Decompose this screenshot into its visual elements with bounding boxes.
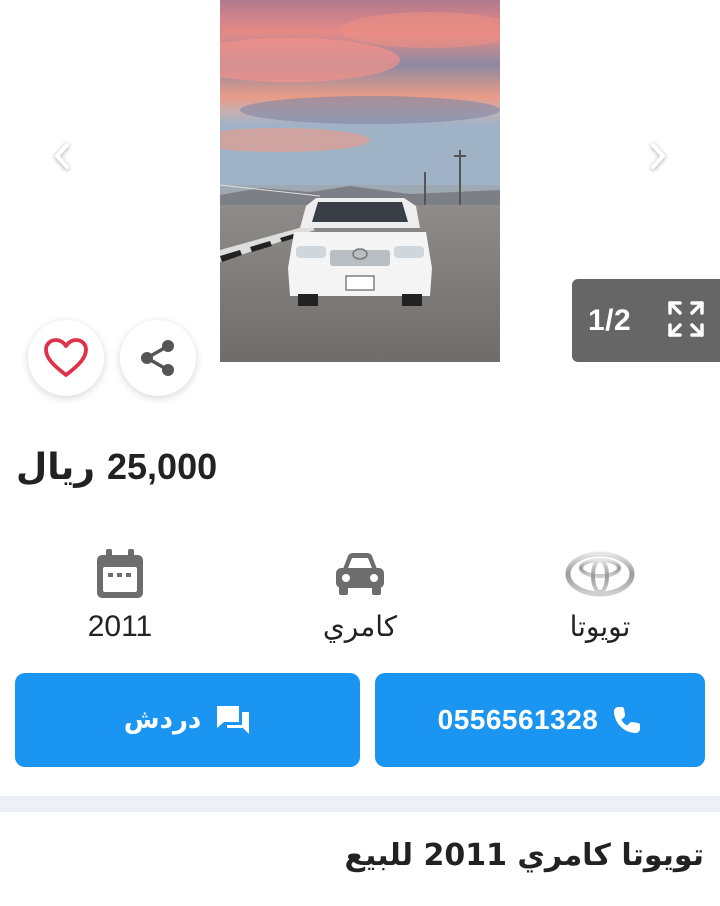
image-gallery: 1/2 <box>0 0 720 362</box>
spec-year-label: 2011 <box>87 610 153 643</box>
spec-model: كامري <box>280 544 440 643</box>
spec-model-label: كامري <box>322 610 398 643</box>
spec-year: 2011 <box>40 544 200 644</box>
price: ريال 25,000 <box>16 446 217 502</box>
spec-make: تويوتا <box>520 544 680 643</box>
section-divider <box>0 796 720 812</box>
expand-icon[interactable] <box>666 299 706 339</box>
spec-make-label: تويوتا <box>569 610 631 643</box>
chat-button[interactable]: دردش <box>15 673 360 767</box>
car-icon <box>336 553 384 595</box>
price-currency: ريال <box>16 447 95 488</box>
listing-photo[interactable] <box>220 0 500 362</box>
call-button-label: 0556561328 <box>437 704 599 735</box>
call-button[interactable]: 0556561328 <box>375 673 705 767</box>
chat-icon <box>217 706 250 734</box>
heart-icon <box>44 338 88 377</box>
chevron-left-icon[interactable] <box>44 138 80 174</box>
share-button[interactable] <box>120 320 196 396</box>
price-value: 25,000 <box>107 446 218 487</box>
image-counter-text: 1/2 <box>588 303 632 337</box>
toyota-logo-icon <box>565 551 635 597</box>
listing-title: تويوتا كامري 2011 للبيع <box>344 838 704 873</box>
image-counter: 1/2 <box>572 279 720 362</box>
favorite-button[interactable] <box>28 320 104 396</box>
share-icon <box>141 340 174 376</box>
calendar-icon <box>97 549 143 598</box>
chat-button-label: دردش <box>123 705 202 735</box>
chevron-right-icon[interactable] <box>640 138 676 174</box>
phone-icon <box>614 707 641 733</box>
